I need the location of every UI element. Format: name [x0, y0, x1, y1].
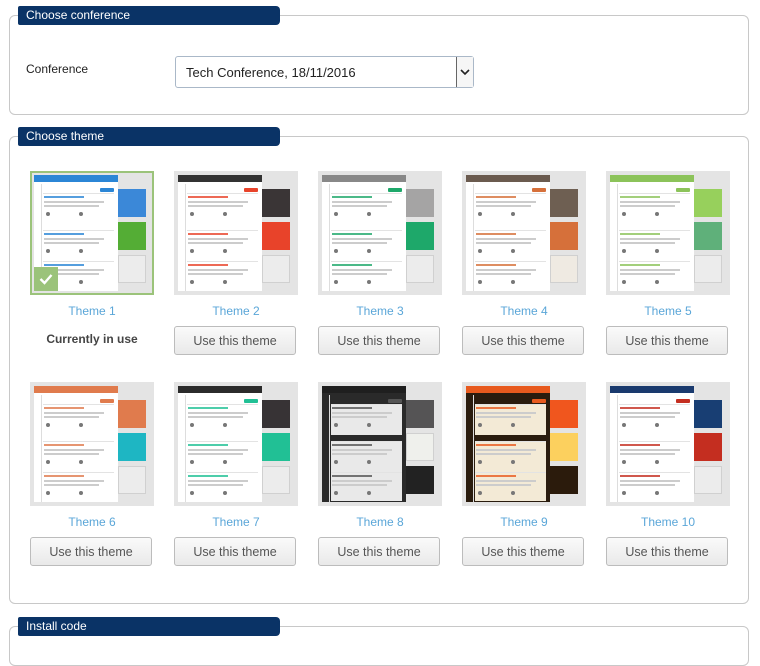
color-swatch	[550, 466, 578, 494]
install-section-header: Install code	[18, 617, 280, 636]
color-swatch	[118, 466, 146, 494]
theme-option: Theme 3 Use this theme	[318, 171, 442, 355]
theme-preview-mockup	[610, 175, 694, 291]
theme-option: Theme 2 Use this theme	[174, 171, 298, 355]
color-swatch	[694, 400, 722, 428]
theme-preview-mockup	[610, 386, 694, 502]
conference-panel: Choose conference Conference Tech Confer…	[9, 6, 749, 115]
theme-preview-mockup	[322, 386, 406, 502]
color-swatch	[118, 222, 146, 250]
theme-preview-mockup	[466, 175, 550, 291]
color-swatch	[118, 400, 146, 428]
color-swatch	[406, 433, 434, 461]
conference-label: Conference	[26, 62, 89, 76]
theme-preview[interactable]	[606, 382, 730, 506]
theme-option: Theme 7 Use this theme	[174, 382, 298, 566]
theme-preview-mockup	[178, 386, 262, 502]
conference-select[interactable]: Tech Conference, 18/11/2016	[175, 56, 474, 88]
color-swatch	[550, 189, 578, 217]
checkmark-icon	[34, 267, 58, 291]
use-theme-button[interactable]: Use this theme	[462, 537, 584, 566]
use-theme-button[interactable]: Use this theme	[174, 326, 296, 355]
color-swatch	[406, 400, 434, 428]
color-swatch	[262, 433, 290, 461]
color-swatch	[262, 400, 290, 428]
use-theme-button[interactable]: Use this theme	[606, 537, 728, 566]
theme-preview-mockup	[178, 175, 262, 291]
theme-section-header: Choose theme	[18, 127, 280, 146]
theme-name[interactable]: Theme 7	[174, 515, 298, 529]
conference-section-header: Choose conference	[18, 6, 280, 25]
theme-preview[interactable]	[174, 382, 298, 506]
color-swatch	[694, 222, 722, 250]
color-swatch	[406, 189, 434, 217]
theme-preview-mockup	[322, 175, 406, 291]
use-theme-button[interactable]: Use this theme	[30, 537, 152, 566]
theme-name[interactable]: Theme 5	[606, 304, 730, 318]
theme-option: Theme 4 Use this theme	[462, 171, 586, 355]
theme-name[interactable]: Theme 4	[462, 304, 586, 318]
theme-name[interactable]: Theme 10	[606, 515, 730, 529]
theme-option: Theme 10 Use this theme	[606, 382, 730, 566]
theme-preview[interactable]	[606, 171, 730, 295]
color-swatch	[118, 255, 146, 283]
color-swatch	[694, 466, 722, 494]
use-theme-button[interactable]: Use this theme	[606, 326, 728, 355]
theme-preview[interactable]	[462, 171, 586, 295]
install-panel: Install code	[9, 617, 749, 666]
theme-preview[interactable]	[30, 382, 154, 506]
color-swatch	[406, 255, 434, 283]
conference-select-value: Tech Conference, 18/11/2016	[186, 65, 356, 80]
color-swatch	[550, 222, 578, 250]
color-swatch	[406, 466, 434, 494]
color-swatch	[550, 255, 578, 283]
theme-preview-mockup	[466, 386, 550, 502]
color-swatch	[694, 433, 722, 461]
theme-preview[interactable]	[462, 382, 586, 506]
theme-panel: Choose theme Theme 1 Currently in use Them…	[9, 127, 749, 604]
chevron-down-icon[interactable]	[456, 57, 473, 87]
currently-in-use-label: Currently in use	[46, 332, 138, 346]
theme-preview[interactable]	[30, 171, 154, 295]
theme-option: Theme 8 Use this theme	[318, 382, 442, 566]
color-swatch	[118, 433, 146, 461]
theme-name[interactable]: Theme 3	[318, 304, 442, 318]
theme-option: Theme 1 Currently in use	[30, 171, 154, 346]
use-theme-button[interactable]: Use this theme	[318, 537, 440, 566]
color-swatch	[118, 189, 146, 217]
theme-name[interactable]: Theme 1	[30, 304, 154, 318]
color-swatch	[262, 222, 290, 250]
theme-name[interactable]: Theme 2	[174, 304, 298, 318]
use-theme-button[interactable]: Use this theme	[318, 326, 440, 355]
theme-name[interactable]: Theme 6	[30, 515, 154, 529]
use-theme-button[interactable]: Use this theme	[174, 537, 296, 566]
color-swatch	[262, 189, 290, 217]
color-swatch	[550, 400, 578, 428]
theme-preview[interactable]	[318, 171, 442, 295]
color-swatch	[694, 255, 722, 283]
use-theme-button[interactable]: Use this theme	[462, 326, 584, 355]
theme-preview[interactable]	[318, 382, 442, 506]
color-swatch	[262, 255, 290, 283]
color-swatch	[550, 433, 578, 461]
theme-option: Theme 6 Use this theme	[30, 382, 154, 566]
theme-name[interactable]: Theme 8	[318, 515, 442, 529]
theme-option: Theme 5 Use this theme	[606, 171, 730, 355]
color-swatch	[406, 222, 434, 250]
theme-option: Theme 9 Use this theme	[462, 382, 586, 566]
color-swatch	[262, 466, 290, 494]
theme-preview[interactable]	[174, 171, 298, 295]
theme-name[interactable]: Theme 9	[462, 515, 586, 529]
color-swatch	[694, 189, 722, 217]
theme-preview-mockup	[34, 386, 118, 502]
